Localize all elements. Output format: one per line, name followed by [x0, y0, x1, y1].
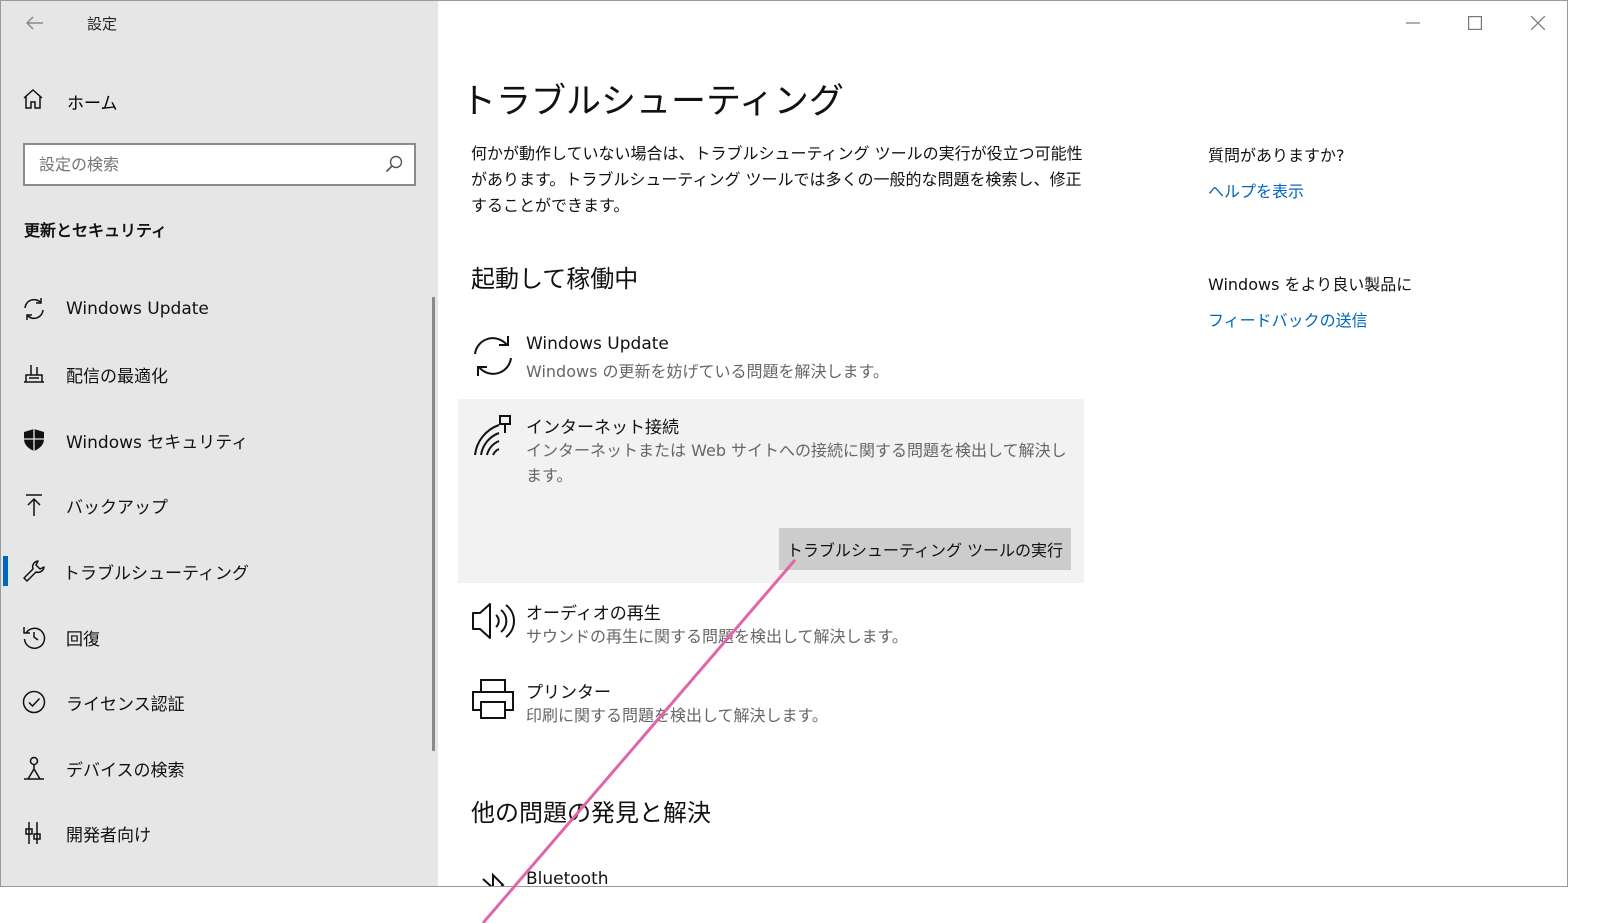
find-device-icon: [21, 755, 47, 781]
troubleshooter-printer[interactable]: プリンター 印刷に関する問題を検出して解決します。: [471, 678, 1071, 733]
sidebar-section-title: 更新とセキュリティ: [24, 221, 168, 240]
sidebar-item-find-device[interactable]: デバイスの検索: [1, 743, 431, 793]
sidebar-item-troubleshooting[interactable]: トラブルシューティング: [1, 546, 431, 596]
sync-icon: [21, 296, 47, 322]
back-arrow-icon[interactable]: [23, 11, 47, 35]
help-link[interactable]: ヘルプを表示: [1208, 178, 1345, 202]
settings-window: 設定 ホーム 更新とセキュリティ Windows Update 配信の最適化: [0, 0, 1568, 887]
troubleshooter-name: プリンター: [526, 683, 611, 703]
window-title: 設定: [87, 15, 118, 33]
troubleshooter-bluetooth[interactable]: Bluetooth: [471, 869, 1071, 887]
speaker-icon: [471, 599, 515, 643]
troubleshooter-description: サウンドの再生に関する問題を検出して解決します。: [526, 627, 908, 646]
close-icon[interactable]: [1526, 11, 1550, 35]
help-question: 質問がありますか?: [1208, 146, 1345, 165]
home-icon: [21, 87, 45, 115]
troubleshooter-name: インターネット接続: [526, 418, 679, 438]
sidebar-item-recovery[interactable]: 回復: [1, 612, 431, 662]
troubleshooter-name: Bluetooth: [526, 869, 609, 887]
troubleshooter-name: Windows Update: [526, 334, 669, 354]
sidebar-scrollbar[interactable]: [432, 297, 435, 751]
sidebar: 設定 ホーム 更新とセキュリティ Windows Update 配信の最適化: [1, 1, 438, 886]
section-heading-running: 起動して稼働中: [471, 265, 639, 293]
developer-tools-icon: [21, 820, 47, 846]
run-troubleshooter-button[interactable]: トラブルシューティング ツールの実行: [779, 528, 1071, 570]
check-circle-icon: [21, 689, 47, 715]
section-heading-other: 他の問題の発見と解決: [471, 799, 711, 827]
sidebar-item-label: ライセンス認証: [66, 694, 185, 715]
sidebar-item-windows-update[interactable]: Windows Update: [1, 284, 431, 334]
wrench-icon: [21, 558, 47, 584]
sidebar-item-delivery-optimization[interactable]: 配信の最適化: [1, 349, 431, 399]
search-icon[interactable]: [384, 154, 404, 178]
sidebar-item-label: デバイスの検索: [66, 760, 185, 781]
sidebar-item-label: トラブルシューティング: [63, 563, 249, 584]
sidebar-item-backup[interactable]: バックアップ: [1, 480, 431, 530]
sidebar-item-label: バックアップ: [66, 497, 168, 518]
wifi-network-icon: [471, 413, 515, 457]
sidebar-item-activation[interactable]: ライセンス認証: [1, 677, 431, 727]
sidebar-item-developers[interactable]: 開発者向け: [1, 808, 431, 858]
search-input[interactable]: [39, 155, 369, 174]
shield-icon: [21, 427, 47, 453]
troubleshooter-description: インターネットまたは Web サイトへの接続に関する問題を検出して解決します。: [526, 441, 1067, 485]
recovery-icon: [21, 624, 47, 650]
sidebar-item-label: 開発者向け: [66, 825, 151, 846]
bluetooth-icon: [471, 869, 515, 886]
maximize-icon[interactable]: [1463, 11, 1487, 35]
printer-icon: [471, 678, 515, 722]
sidebar-item-label: 配信の最適化: [66, 366, 168, 387]
page-title: トラブルシューティング: [461, 82, 844, 122]
feedback-section: Windows をより良い製品に フィードバックの送信: [1208, 271, 1412, 331]
feedback-link[interactable]: フィードバックの送信: [1208, 307, 1412, 331]
sidebar-home-label: ホーム: [67, 93, 118, 114]
sidebar-item-label: Windows Update: [66, 299, 209, 319]
delivery-optimization-icon: [21, 361, 47, 387]
troubleshooter-windows-update[interactable]: Windows Update Windows の更新を妨げている問題を解決します…: [471, 334, 1071, 389]
minimize-icon[interactable]: [1401, 11, 1425, 35]
backup-arrow-icon: [21, 492, 47, 518]
help-section: 質問がありますか? ヘルプを表示: [1208, 142, 1345, 202]
sidebar-item-home[interactable]: ホーム: [21, 87, 118, 115]
troubleshooter-description: Windows の更新を妨げている問題を解決します。: [526, 362, 889, 381]
sidebar-item-windows-security[interactable]: Windows セキュリティ: [1, 415, 431, 465]
sync-icon: [471, 334, 515, 378]
settings-search-box[interactable]: [23, 143, 416, 186]
feedback-prompt: Windows をより良い製品に: [1208, 275, 1413, 294]
sidebar-item-label: Windows セキュリティ: [66, 432, 249, 453]
troubleshooter-description: 印刷に関する問題を検出して解決します。: [526, 706, 828, 725]
troubleshooter-name: オーディオの再生: [526, 604, 661, 624]
troubleshooter-internet-connection[interactable]: インターネット接続 インターネットまたは Web サイトへの接続に関する問題を検…: [471, 413, 1071, 493]
active-indicator: [3, 556, 8, 586]
page-description: 何かが動作していない場合は、トラブルシューティング ツールの実行が役立つ可能性が…: [471, 144, 1083, 215]
troubleshooter-audio-playback[interactable]: オーディオの再生 サウンドの再生に関する問題を検出して解決します。: [471, 599, 1071, 654]
sidebar-item-label: 回復: [66, 629, 100, 650]
